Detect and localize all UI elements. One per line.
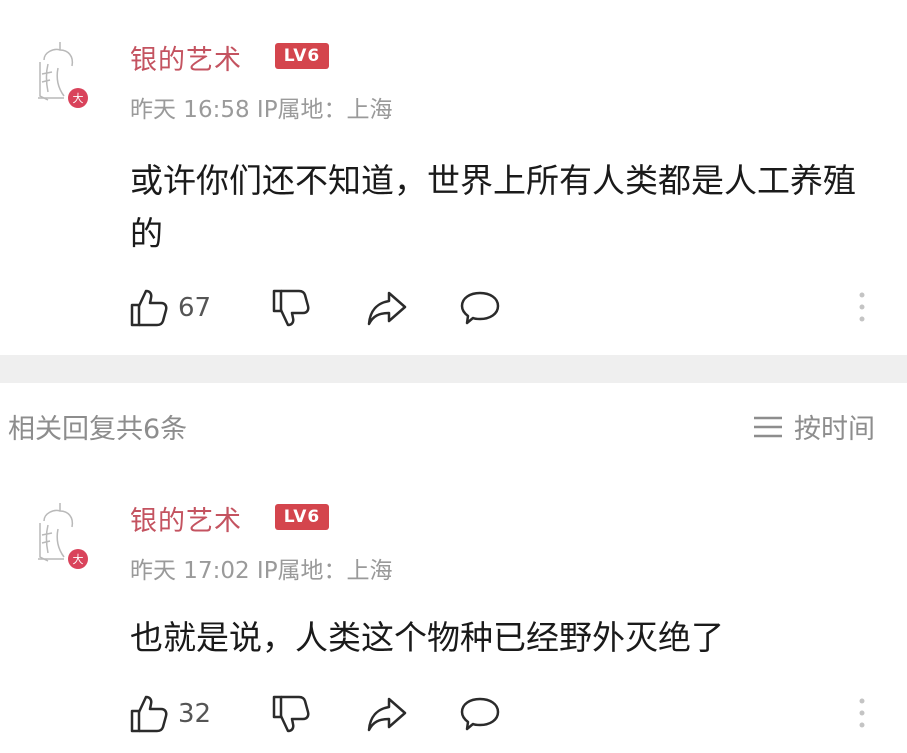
level-badge: LV6 [275,43,329,69]
thumb-down-icon [272,695,310,733]
comment-card: 大 银的艺术 LV6 昨天 16:58 IP属地：上海 或许你们还不知道，世界上… [0,0,907,355]
comment-text: 或许你们还不知道，世界上所有人类都是人工养殖的 [130,161,856,253]
ip-location: IP属地：上海 [256,97,393,123]
comment-actions: 67 [128,285,888,331]
ip-location: IP属地：上海 [256,558,393,584]
dislike-button[interactable] [270,285,312,331]
menu-lines-icon [754,416,782,437]
avatar-image: 大 [38,42,88,108]
like-count: 67 [178,293,212,323]
more-vertical-icon[interactable] [856,693,868,733]
like-count: 32 [178,699,212,729]
like-button[interactable]: 67 [128,285,211,331]
svg-text:大: 大 [73,552,84,566]
more-vertical-icon[interactable] [856,287,868,327]
share-button[interactable] [365,285,409,331]
sort-button[interactable]: 按时间 [752,407,875,446]
reply-count-label: 相关回复共6条 [8,414,188,445]
sort-label: 按时间 [794,414,875,445]
reply-button[interactable] [458,691,502,737]
comment-icon [460,291,500,325]
reply-actions: 32 [128,691,888,737]
thumb-up-icon [130,695,168,733]
reply-card: 大 银的艺术 LV6 昨天 17:02 IP属地：上海 也就是说，人类这个物种已… [0,473,907,753]
thumb-up-icon [130,289,168,327]
comment-icon [460,697,500,731]
thumb-down-icon [272,289,310,327]
share-icon [367,291,407,326]
reply-meta: 昨天 17:02 IP属地：上海 [130,551,393,585]
reply-button[interactable] [458,285,502,331]
level-badge: LV6 [275,504,329,530]
comment-meta: 昨天 16:58 IP属地：上海 [130,90,393,124]
username[interactable]: 银的艺术 [130,499,242,538]
share-button[interactable] [365,691,409,737]
reply-text: 也就是说，人类这个物种已经野外灭绝了 [130,618,724,657]
replies-header: 相关回复共6条 按时间 [0,383,907,473]
share-icon [367,697,407,732]
dislike-button[interactable] [270,691,312,737]
avatar[interactable]: 大 [28,499,92,571]
comment-time: 昨天 16:58 [130,97,250,123]
reply-time: 昨天 17:02 [130,558,250,584]
like-button[interactable]: 32 [128,691,211,737]
avatar-image: 大 [38,503,88,569]
username[interactable]: 银的艺术 [130,38,242,77]
svg-text:大: 大 [73,91,84,105]
avatar[interactable]: 大 [28,38,92,110]
section-divider [0,355,907,383]
